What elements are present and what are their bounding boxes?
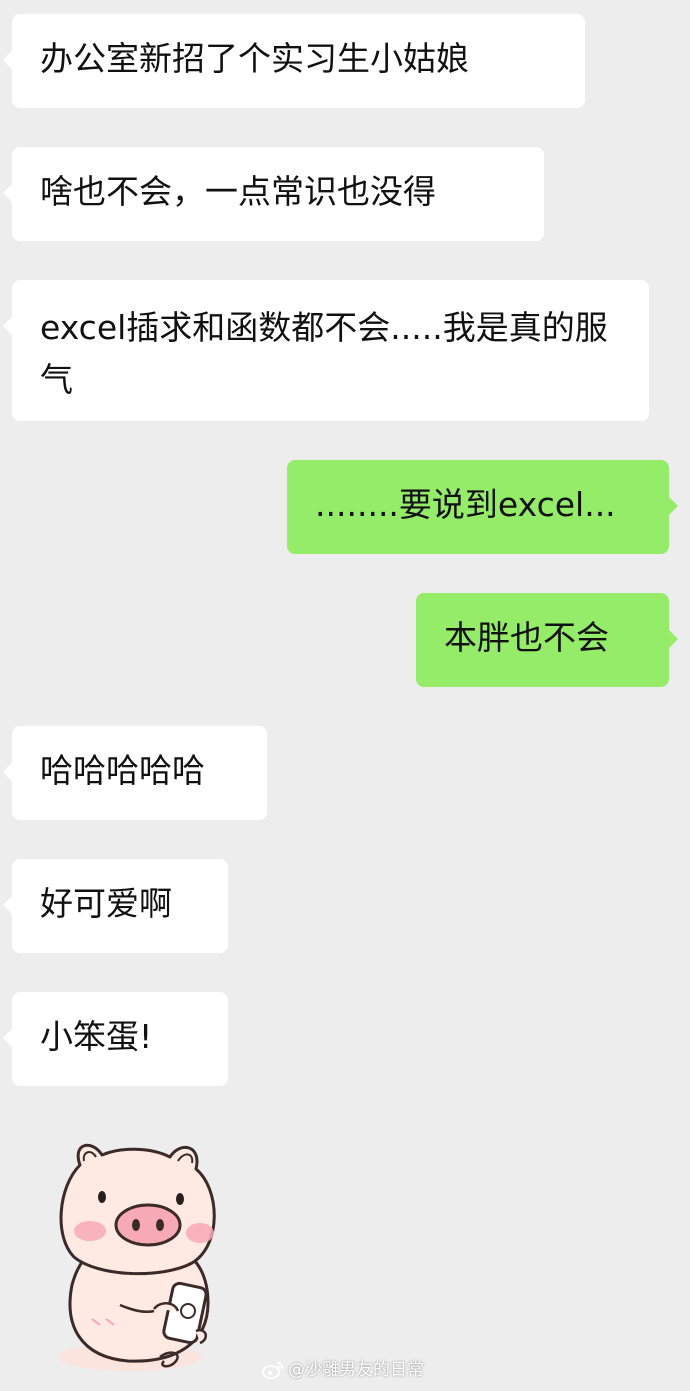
message-bubble-incoming[interactable]: 办公室新招了个实习生小姑娘 [3, 14, 585, 108]
pig-sticker-icon[interactable] [50, 1135, 250, 1375]
message-text: 小笨蛋! [40, 1017, 153, 1056]
message-text: 啥也不会，一点常识也没得 [40, 172, 436, 211]
message-bubble-incoming[interactable]: 哈哈哈哈哈 [3, 726, 267, 820]
message-bubble-incoming[interactable]: 好可爱啊 [3, 859, 228, 953]
message-bubble-incoming[interactable]: 啥也不会，一点常识也没得 [3, 147, 544, 241]
message-text: 哈哈哈哈哈 [40, 751, 205, 790]
message-bubble-outgoing[interactable]: ........要说到excel... [287, 460, 678, 554]
message-text: 办公室新招了个实习生小姑娘 [40, 39, 469, 78]
message-bubble-incoming[interactable]: excel插求和函数都不会.....我是真的服气 [3, 280, 649, 421]
watermark: @沙雕男友的日常 [262, 1360, 424, 1380]
message-bubble-outgoing[interactable]: 本胖也不会 [416, 593, 678, 687]
watermark-text: @沙雕男友的日常 [288, 1360, 424, 1380]
weibo-icon [262, 1362, 284, 1379]
message-text: ........要说到excel... [315, 485, 616, 524]
message-text: excel插求和函数都不会.....我是真的服气 [40, 308, 608, 399]
message-text: 本胖也不会 [444, 618, 609, 657]
message-bubble-incoming[interactable]: 小笨蛋! [3, 992, 228, 1086]
chat-area: 办公室新招了个实习生小姑娘 啥也不会，一点常识也没得 excel插求和函数都不会… [0, 0, 690, 1391]
message-text: 好可爱啊 [40, 884, 172, 923]
